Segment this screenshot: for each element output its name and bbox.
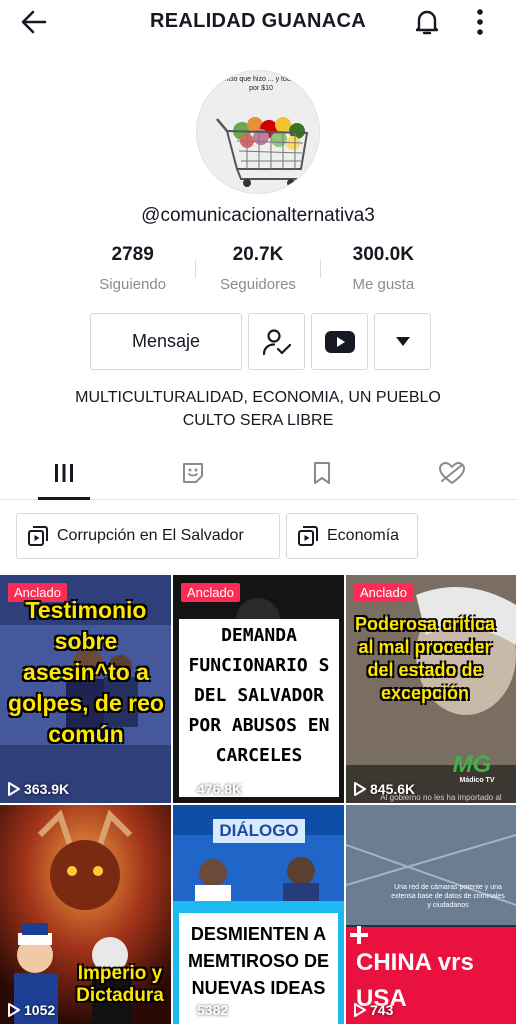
- view-count-value: 743: [370, 1002, 394, 1018]
- play-icon: [8, 1003, 20, 1017]
- video-thumbnail[interactable]: Imperio y Dictadura 1052: [0, 805, 171, 1024]
- followers-count: 20.7K: [232, 244, 284, 265]
- playlist-label: Economía: [327, 527, 400, 544]
- video-thumbnail[interactable]: Una red de cámaras potente y una extensa…: [346, 805, 516, 1024]
- channel-watermark-sub: Mádico TV: [459, 777, 495, 784]
- view-count: 363.9K: [8, 781, 69, 797]
- tab-favorites[interactable]: [307, 460, 337, 486]
- play-icon: [8, 782, 20, 796]
- brand-label: DIÁLOGO: [213, 819, 305, 843]
- pinned-badge: Anclado: [181, 583, 240, 602]
- channel-watermark: MG: [452, 751, 492, 778]
- grid-icon: [55, 464, 73, 482]
- tab-reposts[interactable]: [178, 460, 208, 486]
- view-count-value: 363.9K: [24, 781, 70, 797]
- likes-count: 300.0K: [352, 244, 414, 265]
- view-count: 5382: [181, 1002, 228, 1018]
- view-count-value: 5382: [197, 1002, 229, 1018]
- playlist-icon: [298, 526, 318, 546]
- user-check-icon: [262, 328, 291, 355]
- playlist-chip[interactable]: Corrupción en El Salvador: [16, 513, 280, 559]
- view-count: 1052: [8, 1002, 55, 1018]
- more-options-button[interactable]: [466, 5, 494, 39]
- video-thumbnail[interactable]: Anclado Testimonio sobre asesin^to a gol…: [0, 575, 171, 803]
- playlist-label: Corrupción en El Salvador: [57, 527, 244, 544]
- heart-hidden-icon: [439, 462, 465, 484]
- youtube-button[interactable]: [311, 313, 368, 370]
- followers-label: Seguidores: [220, 276, 296, 293]
- message-button[interactable]: Mensaje: [90, 313, 242, 370]
- tab-videos[interactable]: [49, 460, 79, 486]
- stat-following[interactable]: 2789 Siguiendo: [70, 244, 195, 296]
- profile-screen: REALIDAD GUANACA Anuncio que hizo ... y …: [0, 0, 516, 1024]
- stat-divider: [195, 260, 197, 278]
- play-icon: [354, 782, 366, 796]
- following-count: 2789: [111, 244, 154, 265]
- following-button[interactable]: [248, 313, 305, 370]
- video-caption: Poderosa crítica al mal proceder del est…: [354, 614, 496, 703]
- bell-icon: [415, 10, 439, 35]
- video-caption: Testimonio sobre asesin^to a golpes, de …: [8, 597, 164, 747]
- likes-label: Me gusta: [352, 276, 415, 293]
- playlist-chip[interactable]: Economía: [286, 513, 418, 559]
- sticker-icon: [183, 463, 203, 483]
- youtube-icon: [324, 330, 355, 353]
- video-subcaption: Una red de cámaras potente y una extensa…: [391, 884, 505, 909]
- video-thumbnail[interactable]: DIÁLOGO DESMIENTEN A MEMTIROSO DE NUEVAS…: [173, 805, 344, 1024]
- bio-line: CULTO SERA LIBRE: [182, 412, 334, 429]
- video-thumbnail[interactable]: Anclado Poderosa crítica al mal proceder…: [346, 575, 516, 803]
- pinned-badge: Anclado: [354, 583, 413, 602]
- video-thumbnail[interactable]: Anclado DEMANDA FUNCIONARIO S DEL SALVAD…: [173, 575, 344, 803]
- bio: MULTICULTURALIDAD, ECONOMIA, UN PUEBLO C…: [30, 386, 486, 432]
- bio-line: MULTICULTURALIDAD, ECONOMIA, UN PUEBLO: [75, 389, 441, 406]
- notifications-button[interactable]: [410, 5, 444, 39]
- view-count: 845.6K: [354, 781, 415, 797]
- video-caption: DEMANDA FUNCIONARIO S DEL SALVADOR POR A…: [188, 625, 330, 766]
- video-caption: Imperio y Dictadura: [76, 963, 164, 1006]
- view-count: 476.8K: [181, 781, 242, 797]
- bookmark-icon: [314, 462, 330, 484]
- profile-stats: 2789 Siguiendo 20.7K Seguidores 300.0K M…: [70, 244, 446, 296]
- stat-followers[interactable]: 20.7K Seguidores: [195, 244, 321, 296]
- following-label: Siguiendo: [99, 276, 167, 293]
- play-icon: [181, 782, 193, 796]
- active-tab-indicator: [38, 497, 90, 500]
- play-icon: [354, 1003, 366, 1017]
- stat-likes[interactable]: 300.0K Me gusta: [321, 244, 446, 296]
- avatar[interactable]: Anuncio que hizo ... y todo esto por $10: [196, 70, 320, 194]
- view-count-value: 1052: [24, 1002, 56, 1018]
- view-count: 743: [354, 1002, 393, 1018]
- playlist-icon: [28, 526, 48, 546]
- view-count-value: 476.8K: [197, 781, 243, 797]
- content-tabs: [0, 446, 516, 500]
- avatar-caption: Anuncio que hizo ... y todo esto por $10: [212, 76, 310, 92]
- more-vertical-icon: [477, 9, 483, 35]
- tab-liked[interactable]: [437, 460, 467, 486]
- view-count-value: 845.6K: [370, 781, 416, 797]
- username: @comunicacionalternativa3: [141, 205, 375, 226]
- suggested-accounts-button[interactable]: [374, 313, 431, 370]
- play-icon: [181, 1003, 193, 1017]
- caret-down-icon: [395, 337, 410, 346]
- top-bar: REALIDAD GUANACA: [0, 0, 516, 44]
